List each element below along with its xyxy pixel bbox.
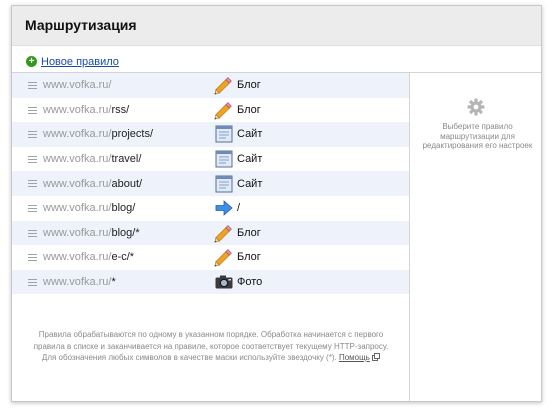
rule-target-label: Блог (237, 79, 261, 92)
rule-target: Блог (214, 75, 261, 95)
camera-icon (214, 272, 234, 292)
rule-row[interactable]: www.vofka.ru/e-c/* Блог (12, 245, 409, 270)
rule-domain: www.vofka.ru/ (43, 103, 112, 116)
footnote-line: Для обозначения любых символов в качеств… (20, 352, 402, 364)
rule-settings-panel: Выберите правило маршрутизации для редак… (409, 73, 541, 401)
drag-handle-icon[interactable] (28, 204, 37, 214)
window-icon (214, 149, 234, 169)
rule-url: www.vofka.ru/about/ (43, 178, 142, 190)
rule-url: www.vofka.ru/travel/ (43, 153, 141, 165)
pencil-icon (214, 75, 234, 95)
rule-target: Сайт (214, 174, 262, 194)
drag-handle-icon[interactable] (28, 82, 37, 91)
rule-domain: www.vofka.ru/ (43, 153, 112, 166)
rule-path: e-c/* (111, 251, 135, 264)
rule-domain: www.vofka.ru/ (43, 202, 112, 215)
rule-target-label: / (237, 202, 241, 215)
rule-url: www.vofka.ru/ (43, 79, 111, 91)
rule-target-label: Блог (237, 103, 261, 116)
rule-path: travel/ (111, 153, 142, 166)
rule-path: blog/ (111, 202, 136, 215)
rule-row[interactable]: www.vofka.ru/blog/* Блог (12, 220, 409, 246)
help-link[interactable]: Помощь (339, 353, 370, 362)
rule-domain: www.vofka.ru/ (43, 251, 112, 264)
rule-target-label: Сайт (237, 128, 263, 141)
rule-domain: www.vofka.ru/ (43, 128, 112, 141)
select-rule-hint: Выберите правило маршрутизации для редак… (422, 122, 533, 150)
rule-path: about/ (111, 177, 143, 190)
rule-url: www.vofka.ru/blog/* (43, 227, 140, 239)
window-icon (214, 124, 234, 144)
rule-target-label: Фото (237, 276, 263, 289)
drag-handle-icon[interactable] (28, 155, 37, 165)
drag-handle-icon[interactable] (28, 229, 37, 239)
footnote-line: правила в списке и заканчивается на прав… (33, 341, 389, 351)
window-icon (214, 174, 234, 194)
new-rule-link[interactable]: Новое правило (41, 56, 119, 68)
rule-path: rss/ (111, 103, 130, 116)
rule-target: Блог (214, 247, 261, 268)
rule-target: Блог (214, 223, 261, 243)
routing-window: Маршрутизация + Новое правило www.vofka.… (11, 5, 542, 402)
content-area: www.vofka.ru/Блог www.vofka.ru/rss/Блог ww… (12, 72, 541, 401)
rule-target-label: Сайт (237, 153, 263, 166)
drag-handle-icon[interactable] (28, 180, 37, 189)
rule-url: www.vofka.ru/projects/ (43, 128, 153, 140)
footnote-line: Правила обрабатываются по одному в указа… (38, 330, 384, 339)
rule-row[interactable]: www.vofka.ru/* Фото (12, 269, 409, 295)
rule-target: Сайт (214, 124, 262, 144)
footnote-text: Для обозначения любых символов в качеств… (41, 353, 337, 362)
external-link-icon (372, 353, 381, 361)
rule-path: blog/* (111, 226, 140, 239)
window-titlebar: Маршрутизация (12, 6, 541, 46)
drag-handle-icon[interactable] (28, 131, 37, 140)
rule-target: Блог (214, 100, 261, 120)
rule-target: Фото (214, 272, 262, 292)
rule-target: / (214, 198, 240, 218)
drag-handle-icon[interactable] (28, 278, 37, 288)
rule-url: www.vofka.ru/rss/ (43, 104, 129, 116)
rule-url: www.vofka.ru/blog/ (43, 202, 135, 214)
gear-icon (467, 98, 485, 116)
rule-domain: www.vofka.ru/ (43, 276, 112, 289)
rule-row[interactable]: www.vofka.ru/Блог (12, 73, 409, 98)
rule-url: www.vofka.ru/e-c/* (43, 251, 134, 263)
rule-target-label: Сайт (237, 177, 263, 190)
rule-domain: www.vofka.ru/ (43, 79, 112, 92)
rule-domain: www.vofka.ru/ (43, 177, 112, 190)
rule-row[interactable]: www.vofka.ru/about/Сайт (12, 171, 409, 196)
drag-handle-icon[interactable] (28, 254, 37, 263)
rule-row[interactable]: www.vofka.ru/rss/Блог (12, 98, 409, 123)
rule-domain: www.vofka.ru/ (43, 226, 112, 239)
rule-row[interactable]: www.vofka.ru/projects/Сайт (12, 122, 409, 147)
drag-handle-icon[interactable] (28, 106, 37, 116)
rule-target: Сайт (214, 149, 262, 169)
pencil-icon (214, 100, 234, 120)
rule-target-label: Блог (237, 251, 261, 264)
rule-row[interactable]: www.vofka.ru/blog/ / (12, 196, 409, 221)
rule-path: * (111, 276, 116, 289)
pencil-icon (214, 247, 234, 268)
rules-footnote: Правила обрабатываются по одному в указа… (20, 329, 402, 364)
pencil-icon (214, 223, 234, 243)
rule-path: projects/ (111, 128, 154, 141)
page-title: Маршрутизация (25, 17, 137, 33)
rule-row[interactable]: www.vofka.ru/travel/Сайт (12, 147, 409, 172)
rule-url: www.vofka.ru/* (43, 276, 116, 288)
arrow-right-icon (214, 198, 234, 218)
rule-target-label: Блог (237, 226, 261, 239)
toolbar: + Новое правило (12, 46, 541, 71)
add-icon[interactable]: + (26, 56, 37, 67)
